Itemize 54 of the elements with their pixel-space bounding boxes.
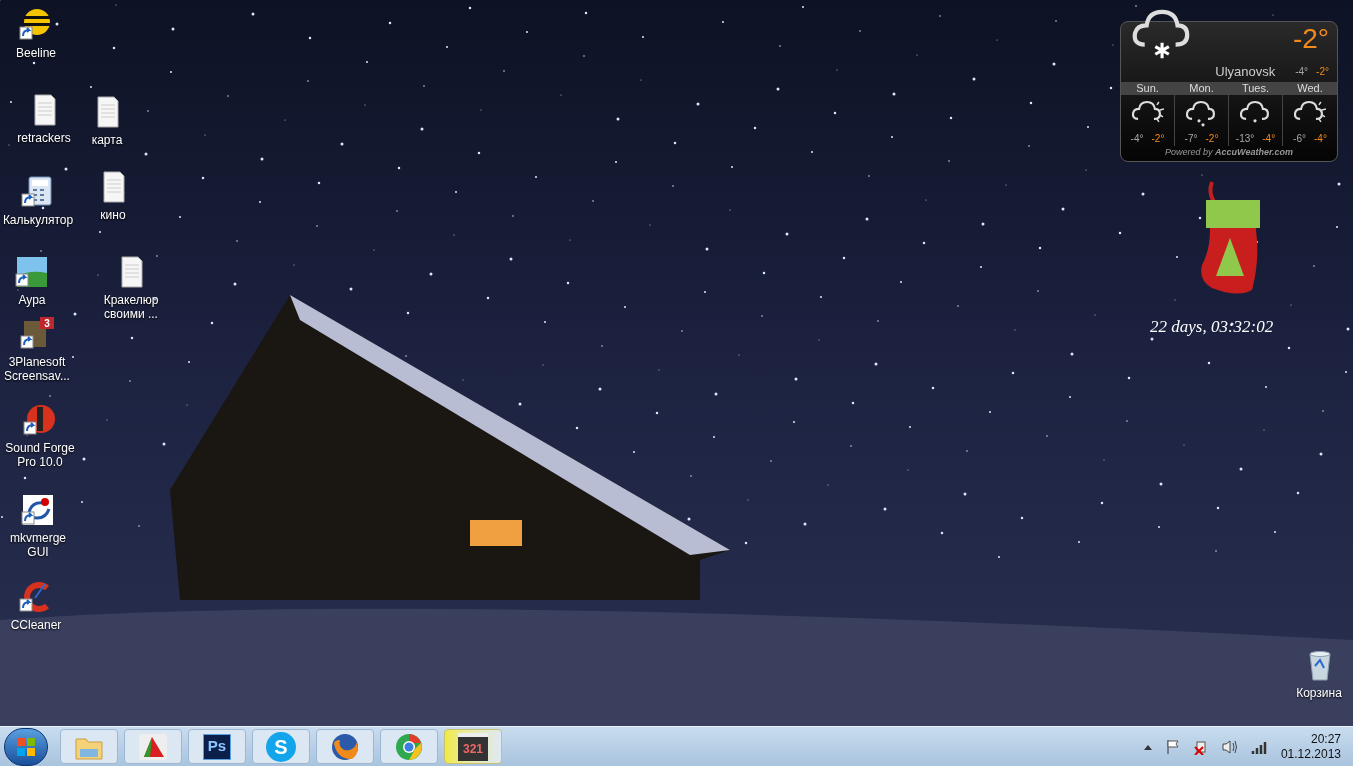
low-temperature: -4°: [1295, 65, 1309, 80]
sound-forge-shortcut-icon[interactable]: [23, 403, 57, 437]
skype-logo: S: [266, 731, 296, 762]
icon-label: Корзина: [1295, 686, 1343, 700]
day-high-temperature: -4°: [1314, 132, 1327, 147]
icon-label: Кракелюр своими ...: [102, 293, 160, 321]
icon-label: Калькулятор: [1, 213, 75, 227]
icon-label: Аура: [17, 293, 47, 307]
power-plug-x-icon[interactable]: [1192, 738, 1209, 755]
day-name: Sun.: [1121, 81, 1174, 95]
taskbar-button[interactable]: [380, 729, 438, 764]
icon-label: retrackers: [16, 131, 72, 145]
day-high-temperature: -4°: [1262, 132, 1276, 147]
icon-label: кино: [99, 208, 127, 222]
icon-label: Beeline: [15, 46, 57, 60]
speaker-icon[interactable]: [1220, 738, 1239, 755]
day-high-temperature: -2°: [1151, 132, 1165, 147]
beeline-shortcut-icon[interactable]: [19, 8, 53, 42]
icon-label: карта: [90, 133, 124, 147]
signal-bars-icon[interactable]: [1250, 739, 1269, 754]
current-temperature: -2°: [1292, 24, 1329, 54]
globe-fox-icon: [330, 731, 360, 762]
landscape-shortcut-icon[interactable]: [15, 255, 49, 289]
taskbar-button[interactable]: 321: [444, 729, 502, 764]
day-low-temperature: -13°: [1235, 132, 1255, 147]
taskbar-button[interactable]: Ps: [188, 729, 246, 764]
day-low-temperature: -6°: [1293, 132, 1306, 147]
icon-label: CCleaner: [9, 618, 63, 632]
high-temperature: -2°: [1316, 65, 1329, 80]
calculator-shortcut-icon[interactable]: [21, 175, 55, 209]
photoshop-logo: Ps: [203, 733, 231, 760]
clock-date[interactable]: 01.12.2013: [1280, 746, 1341, 762]
icon-label: 3Planesoft Screensav...: [3, 355, 71, 383]
day-name: Mon.: [1175, 81, 1228, 95]
taskbar-button[interactable]: [124, 729, 182, 764]
clock-time[interactable]: 20:27: [1310, 731, 1341, 747]
mkvmerge-shortcut-icon[interactable]: [21, 493, 55, 527]
icon-label: mkvmerge GUI: [9, 531, 67, 559]
day-name: Tues.: [1229, 81, 1282, 95]
day-low-temperature: -4°: [1130, 132, 1144, 147]
taskbar-button[interactable]: [316, 729, 374, 764]
chrome-circle-icon: [394, 731, 424, 762]
icon-label: Sound Forge Pro 10.0: [4, 441, 76, 469]
city-name: Ulyanovsk: [1215, 63, 1276, 81]
windows-logo-icon: [16, 736, 36, 757]
fan-icon: [138, 732, 168, 761]
clapperboard-logo: 321: [458, 732, 488, 761]
day-high-temperature: -2°: [1205, 132, 1219, 147]
day-name: Wed.: [1283, 81, 1337, 95]
day-low-temperature: -7°: [1184, 132, 1198, 147]
flag-icon[interactable]: [1164, 738, 1181, 755]
start-button[interactable]: [4, 727, 48, 766]
powered-by-text: Powered by AccuWeather.com: [1164, 146, 1294, 160]
countdown-text: 22 days, 03:32:02: [1150, 316, 1274, 338]
